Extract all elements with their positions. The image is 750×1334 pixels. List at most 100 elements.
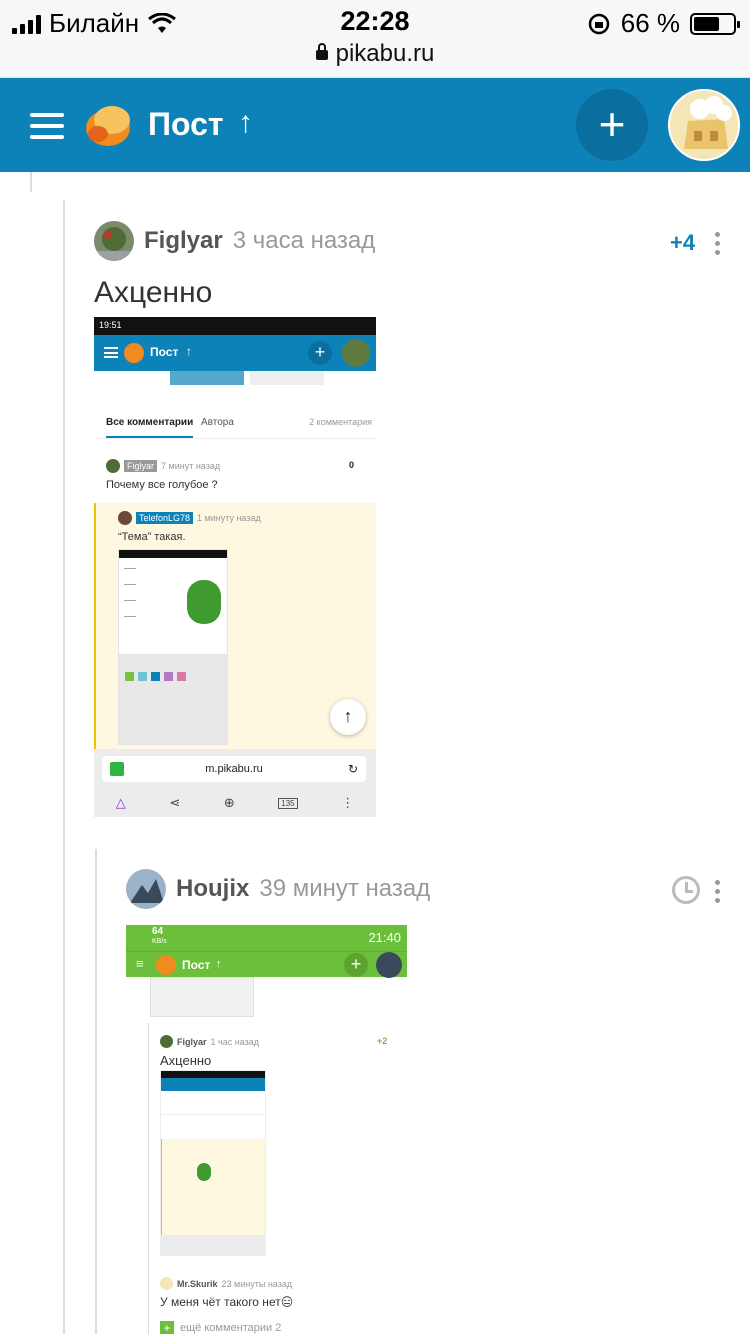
lock-icon	[315, 43, 328, 60]
subscribe-button-fragment	[170, 371, 244, 385]
url-text: pikabu.ru	[335, 40, 435, 67]
nested-text: Ахценно	[160, 1053, 212, 1068]
embedded-status-bar: 19:51	[94, 317, 376, 335]
embedded-title: Пост	[182, 958, 211, 972]
nested-author: Figlyar	[177, 1036, 207, 1047]
address-bar[interactable]: pikabu.ru	[0, 40, 750, 68]
comment-count: 2 комментария	[309, 417, 372, 427]
embedded-url-text: m.pikabu.ru	[205, 763, 263, 775]
nested-screenshot-fragment	[150, 977, 254, 1017]
embedded-status-bar: 64 KB/s 21:40	[126, 925, 407, 951]
tab-all-comments: Все комментарии	[106, 417, 194, 438]
share-icon: ⋖	[169, 795, 181, 810]
avatar	[118, 511, 132, 525]
nested-comment-header: Figlyar 1 час назад	[160, 1035, 259, 1048]
nested-reply-header: Mr.Skurik 23 минуты назад	[160, 1277, 292, 1290]
menu-icon	[104, 347, 118, 358]
reload-icon: ↻	[347, 762, 358, 776]
embedded-url-bar: m.pikabu.ru ↻	[94, 749, 376, 789]
comment-text: Ахценно	[94, 276, 213, 309]
avatar[interactable]	[94, 221, 134, 261]
pikabu-logo-icon[interactable]	[82, 98, 134, 150]
embedded-header: ≡ Пост ↑ +	[126, 951, 407, 978]
embedded-comment-header: Figlyar 7 минут назад	[106, 459, 220, 473]
embedded-header: Пост ↑ +	[94, 335, 376, 371]
embedded-tabs: Все комментарии Автора 2 комментария	[94, 407, 376, 439]
comment-image[interactable]: 64 KB/s 21:40 ≡ Пост ↑ + Figlyar 1 час н…	[126, 925, 407, 1334]
embedded-reply-text: “Тема” такая.	[118, 531, 186, 543]
embedded-reply-author: TelefonLG78	[136, 512, 194, 524]
clock-icon	[672, 876, 700, 904]
button-fragment	[250, 371, 324, 385]
thread-line	[30, 172, 32, 192]
plus-circle-icon: ⊕	[223, 795, 235, 810]
arrow-up-icon: ↑	[186, 344, 192, 358]
status-right: 66 %	[587, 8, 740, 39]
add-post-button[interactable]: +	[576, 89, 648, 161]
avatar	[106, 459, 120, 473]
net-speed-unit: KB/s	[152, 938, 167, 945]
embedded-time: 19:51	[99, 320, 122, 330]
battery-percent: 66 %	[620, 8, 680, 38]
nested-reply-author: Mr.Skurik	[177, 1278, 218, 1289]
comment-header: Figlyar 3 часа назад	[94, 221, 375, 261]
comment-image[interactable]: 19:51 Пост ↑ + Все комментарии Автора 2 …	[94, 317, 376, 817]
embedded-reply: TelefonLG78 1 минуту назад “Тема” такая.…	[94, 503, 376, 753]
plus-icon: +	[344, 953, 368, 977]
more-options-icon[interactable]	[715, 232, 721, 255]
comment-author[interactable]: Figlyar	[144, 227, 223, 255]
thread-line	[63, 200, 65, 1334]
avatar	[160, 1277, 173, 1290]
more-options-icon[interactable]	[715, 880, 721, 903]
plus-icon: +	[160, 1321, 174, 1334]
tabs-count: 135	[278, 797, 298, 809]
embedded-time-ago: 7 минут назад	[161, 461, 221, 471]
monster-sticker-icon	[187, 580, 221, 624]
comments-area[interactable]: Figlyar 3 часа назад +4 Ахценно 19:51 По…	[0, 172, 750, 1334]
arrow-up-icon[interactable]: ↑	[238, 106, 253, 140]
avatar	[342, 339, 370, 367]
embedded-title: Пост	[150, 345, 179, 359]
user-avatar-image	[670, 91, 738, 159]
embedded-time: 21:40	[368, 930, 401, 945]
more-comments-label: ещё комментарии 2	[180, 1322, 282, 1334]
comment-time: 39 минут назад	[259, 875, 431, 902]
embedded-author: Figlyar	[124, 460, 158, 472]
embedded-reply-time: 1 минуту назад	[197, 513, 261, 523]
avatar	[160, 1035, 173, 1048]
comment-author[interactable]: Houjix	[176, 875, 249, 903]
battery-icon	[690, 12, 740, 35]
menu-icon[interactable]	[30, 113, 64, 139]
status-bar: Билайн 22:28 66 % pikabu.ru	[0, 0, 750, 78]
comment-rating[interactable]: +4	[670, 230, 695, 256]
nested-time: 1 час назад	[210, 1036, 259, 1047]
thread-line	[95, 849, 97, 1334]
page-title: Пост	[148, 106, 224, 142]
embedded-browser-nav: △ ⋖ ⊕ 135 ⋮	[94, 789, 376, 817]
alice-icon: △	[115, 795, 126, 810]
scroll-top-button: ↑	[330, 699, 366, 735]
comment-time: 3 часа назад	[232, 227, 376, 254]
nested-screenshot: —— —— —— ——	[118, 549, 228, 745]
nested-reply-text: У меня чёт такого нет😑	[160, 1295, 294, 1309]
arrow-up-icon: ↑	[216, 958, 222, 970]
net-speed: 64	[152, 926, 164, 937]
embedded-rating: 0	[349, 460, 355, 470]
pikabu-logo-icon	[156, 955, 176, 975]
more-comments-link: + ещё комментарии 2	[160, 1321, 281, 1334]
tab-author: Автора	[201, 417, 234, 428]
plus-icon: +	[308, 341, 332, 365]
lock-icon	[110, 762, 124, 776]
avatar	[376, 952, 402, 978]
embedded-comment-text: Почему все голубое ?	[106, 479, 218, 491]
embedded-reply-header: TelefonLG78 1 минуту назад	[118, 511, 261, 525]
embedded-url: m.pikabu.ru ↻	[102, 756, 366, 782]
rotation-lock-icon	[588, 13, 609, 34]
comment-header: Houjix 39 минут назад	[126, 869, 430, 909]
nested-screenshot	[160, 1070, 266, 1256]
pikabu-logo-icon	[124, 343, 144, 363]
menu-icon: ≡	[136, 956, 144, 971]
nested-rating: +2	[377, 1036, 388, 1046]
avatar[interactable]	[126, 869, 166, 909]
avatar[interactable]	[668, 89, 740, 161]
